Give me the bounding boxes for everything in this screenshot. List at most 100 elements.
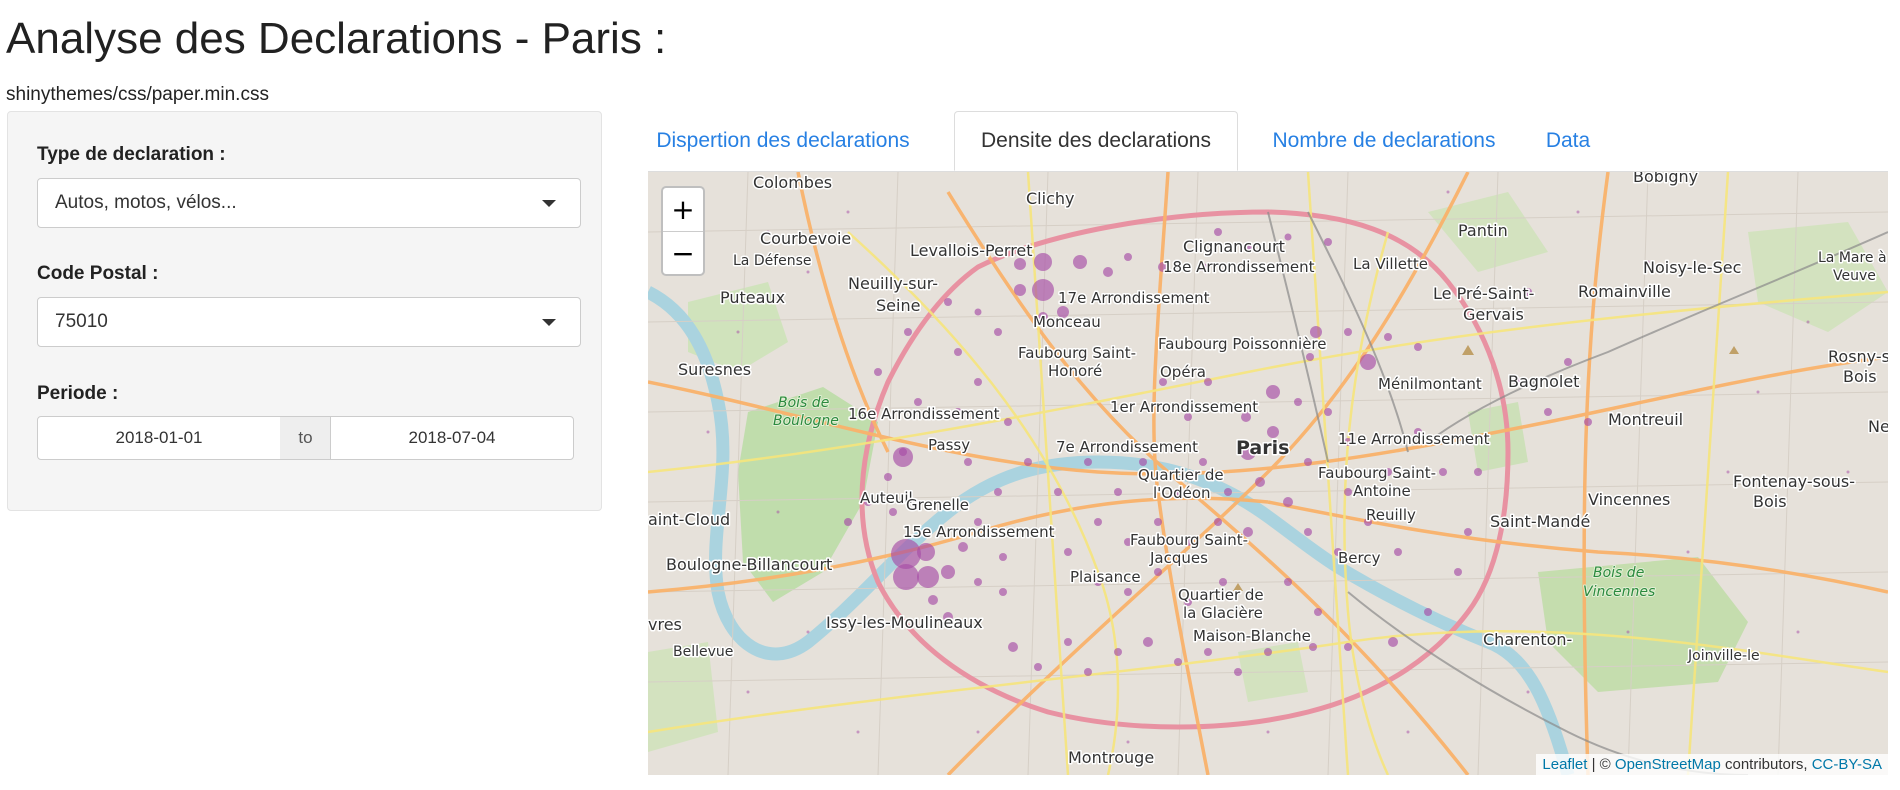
- map-label-vincennes: Vincennes: [1588, 490, 1670, 509]
- map-label-arr1: 1er Arrondissement: [1110, 398, 1258, 416]
- map-label-quartier-glaciere-2: la Glacière: [1183, 604, 1263, 622]
- map-label-bercy: Bercy: [1338, 549, 1381, 567]
- map-label-arr7: 7e Arrondissement: [1056, 438, 1198, 456]
- date-range-separator: to: [280, 416, 331, 460]
- map-label-arr17: 17e Arrondissement: [1058, 289, 1210, 307]
- date-end-input[interactable]: [330, 416, 574, 460]
- license-link[interactable]: CC-BY-SA: [1812, 756, 1882, 773]
- map-label-faubourg-st-jacques-1: Faubourg Saint-: [1130, 531, 1248, 549]
- map-label-courbevoie: Courbevoie: [760, 229, 851, 248]
- map-label-faubourg-st-antoine-1: Faubourg Saint-: [1318, 464, 1436, 482]
- map-label-clichy: Clichy: [1026, 189, 1074, 208]
- map-label-maison-blanche: Maison-Blanche: [1193, 627, 1311, 645]
- map-label-neuilly: Neuilly-sur-: [848, 274, 938, 293]
- map-label-auteuil: Auteuil: [860, 489, 913, 507]
- caret-down-icon: [542, 319, 556, 326]
- map-label-vres: vres: [648, 615, 682, 634]
- zoom-out-button[interactable]: −: [663, 232, 703, 275]
- map-label-joinville: Joinville-le: [1687, 648, 1760, 664]
- map-label-ne: Ne: [1868, 417, 1888, 436]
- map-label-veuve: Veuve: [1833, 268, 1876, 284]
- map-label-bois-r: Bois: [1843, 367, 1877, 386]
- map-label-grenelle: Grenelle: [906, 496, 969, 514]
- map-label-paris: Paris: [1236, 437, 1289, 459]
- map-label-fontenay-1: Fontenay-sous-: [1733, 472, 1855, 491]
- map-view[interactable]: Colombes Clichy Bobigny Courbevoie Leval…: [648, 171, 1888, 775]
- type-select-value: Autos, motos, vélos...: [55, 192, 237, 213]
- leaflet-link[interactable]: Leaflet: [1542, 756, 1587, 773]
- caret-down-icon: [542, 200, 556, 207]
- map-label-passy: Passy: [928, 436, 970, 454]
- zoom-in-button[interactable]: +: [663, 188, 703, 232]
- map-label-bois-vincennes-2: Vincennes: [1583, 584, 1655, 600]
- map-label-monceau: Monceau: [1033, 313, 1101, 331]
- map-label-saint-cloud: aint-Cloud: [648, 510, 730, 529]
- attribution-separator: | ©: [1587, 756, 1615, 773]
- map-label-arr18: 18e Arrondissement: [1163, 258, 1315, 276]
- map-label-pre-saint: Le Pré-Saint-: [1433, 284, 1534, 303]
- osm-link[interactable]: OpenStreetMap: [1615, 756, 1721, 773]
- map-label-saint-mande: Saint-Mandé: [1490, 512, 1590, 531]
- postal-label: Code Postal :: [37, 263, 159, 284]
- map-label-faubourg-st-honore-1: Faubourg Saint-: [1018, 344, 1136, 362]
- map-label-charenton: Charenton-: [1483, 630, 1572, 649]
- map-label-opera: Opéra: [1160, 363, 1206, 381]
- map-label-bellevue: Bellevue: [673, 644, 733, 660]
- map-label-la-villette: La Villette: [1353, 255, 1428, 273]
- page-title: Analyse des Declarations - Paris :: [6, 14, 667, 63]
- postal-select-value: 75010: [55, 311, 108, 332]
- postal-select[interactable]: 75010: [37, 297, 581, 347]
- map-label-montreuil: Montreuil: [1608, 410, 1683, 429]
- map-label-faubourg-st-jacques-2: Jacques: [1149, 549, 1208, 567]
- map-label-faubourg-st-honore-2: Honoré: [1048, 362, 1102, 380]
- map-label-suresnes: Suresnes: [678, 360, 751, 379]
- map-label-bagnolet: Bagnolet: [1508, 372, 1579, 391]
- map-label-faubourg-poissonniere: Faubourg Poissonnière: [1158, 335, 1327, 353]
- theme-path-text: shinythemes/css/paper.min.css: [6, 84, 269, 105]
- tab-nombre[interactable]: Nombre de declarations: [1254, 111, 1514, 171]
- map-label-plaisance: Plaisance: [1070, 568, 1141, 586]
- map-label-la-mare: La Mare à: [1818, 250, 1887, 266]
- map-label-noisy: Noisy-le-Sec: [1643, 258, 1741, 277]
- tab-bar: Dispertion des declarations Densite des …: [648, 111, 1888, 171]
- map-label-seine: Seine: [876, 296, 920, 315]
- map-label-rosny: Rosny-sou: [1828, 347, 1888, 366]
- map-label-quartier-odeon-1: Quartier de: [1138, 466, 1224, 484]
- tab-data[interactable]: Data: [1520, 111, 1616, 171]
- map-attribution: Leaflet | © OpenStreetMap contributors, …: [1536, 754, 1888, 775]
- map-label-montrouge: Montrouge: [1068, 748, 1154, 767]
- map-label-gervais: Gervais: [1463, 305, 1524, 324]
- map-label-quartier-glaciere-1: Quartier de: [1178, 586, 1264, 604]
- map-label-colombes: Colombes: [753, 173, 832, 192]
- tab-dispertion[interactable]: Dispertion des declarations: [648, 111, 918, 171]
- tab-densite[interactable]: Densite des declarations: [954, 111, 1238, 171]
- period-label: Periode :: [37, 383, 119, 404]
- map-label-reuilly: Reuilly: [1366, 506, 1416, 524]
- zoom-control: + −: [661, 186, 705, 276]
- map-label-puteaux: Puteaux: [720, 288, 785, 307]
- map-label-boulogne-billancourt: Boulogne-Billancourt: [666, 555, 832, 574]
- attribution-contributors: contributors,: [1720, 756, 1812, 773]
- type-label: Type de declaration :: [37, 144, 226, 165]
- map-label-bois-vincennes-1: Bois de: [1593, 565, 1644, 581]
- map-label-bois-boulogne-2: Boulogne: [773, 413, 839, 429]
- map-label-romainville: Romainville: [1578, 282, 1671, 301]
- map-label-arr15: 15e Arrondissement: [903, 523, 1055, 541]
- map-label-arr16: 16e Arrondissement: [848, 405, 1000, 423]
- type-select[interactable]: Autos, motos, vélos...: [37, 178, 581, 228]
- map-tiles: Colombes Clichy Bobigny Courbevoie Leval…: [648, 172, 1888, 775]
- map-label-bobigny: Bobigny: [1633, 172, 1698, 186]
- date-start-input[interactable]: [37, 416, 281, 460]
- sidebar-panel: Type de declaration : Autos, motos, vélo…: [7, 111, 602, 511]
- map-label-menilmontant: Ménilmontant: [1378, 375, 1482, 393]
- map-label-arr11: 11e Arrondissement: [1338, 430, 1490, 448]
- map-label-pantin: Pantin: [1458, 221, 1508, 240]
- map-label-fontenay-2: Bois: [1753, 492, 1787, 511]
- map-label-issy: Issy-les-Moulineaux: [826, 613, 983, 632]
- map-label-bois-boulogne-1: Bois de: [778, 395, 829, 411]
- map-label-levallois: Levallois-Perret: [910, 241, 1033, 260]
- map-label-faubourg-st-antoine-2: Antoine: [1353, 482, 1411, 500]
- map-label-la-defense: La Défense: [733, 253, 812, 269]
- map-label-clignancourt: Clignancourt: [1183, 237, 1285, 256]
- map-label-quartier-odeon-2: l'Odéon: [1153, 484, 1211, 502]
